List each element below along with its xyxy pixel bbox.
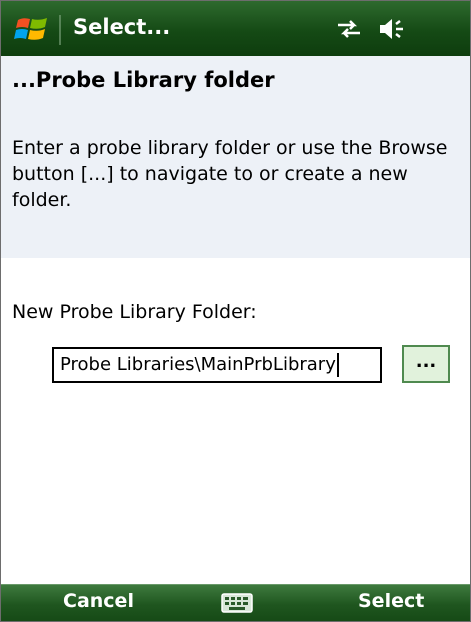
windows-flag-icon[interactable] [14, 14, 50, 44]
connectivity-arrows-icon[interactable] [336, 17, 362, 41]
browse-button[interactable]: ... [402, 345, 450, 383]
cancel-softkey[interactable]: Cancel [63, 590, 134, 612]
page-title: ...Probe Library folder [12, 68, 275, 92]
window-title: Select... [73, 15, 171, 39]
title-bar: Select... [1, 1, 470, 56]
softkey-bar: Cancel Select [1, 584, 470, 621]
speaker-icon[interactable] [378, 16, 406, 42]
select-softkey[interactable]: Select [358, 590, 424, 612]
instructions-text: Enter a probe library folder or use the … [12, 137, 448, 211]
folder-path-input[interactable]: Probe Libraries\MainPrbLibrary [52, 347, 382, 383]
title-separator [59, 15, 61, 45]
keyboard-icon[interactable] [221, 593, 253, 613]
folder-path-value: Probe Libraries\MainPrbLibrary [60, 354, 336, 375]
folder-field-label: New Probe Library Folder: [12, 301, 257, 323]
text-caret [336, 353, 339, 377]
